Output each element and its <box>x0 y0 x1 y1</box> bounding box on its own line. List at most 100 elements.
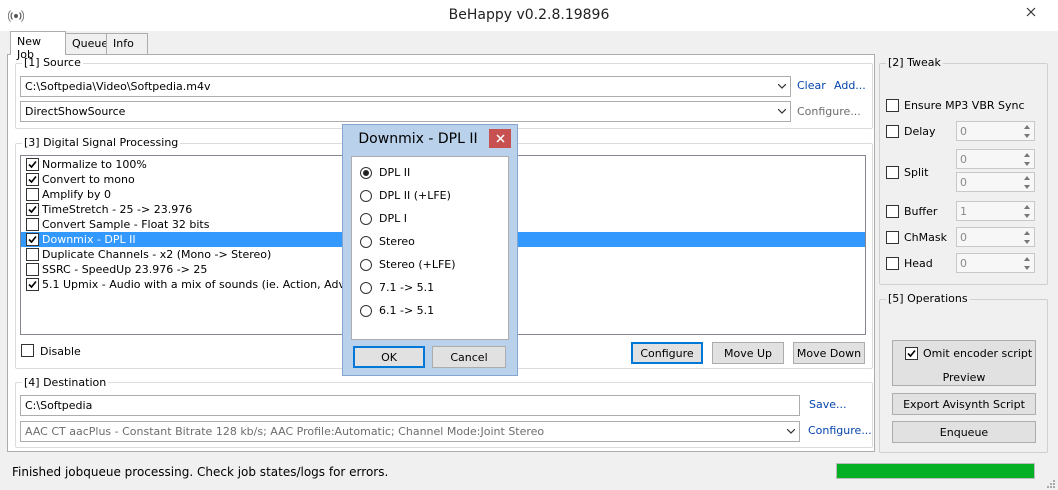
cancel-button[interactable]: Cancel <box>432 346 506 368</box>
head-checkbox[interactable] <box>886 257 899 270</box>
dsp-group-label: [3] Digital Signal Processing <box>22 136 181 149</box>
omit-encoder-checkbox[interactable] <box>905 347 918 360</box>
radio-option-label: 6.1 -> 5.1 <box>379 304 435 317</box>
chmask-stepper[interactable]: 0 <box>956 227 1035 247</box>
checkbox[interactable] <box>26 248 39 261</box>
checkbox[interactable] <box>26 263 39 276</box>
delay-checkbox[interactable] <box>886 125 899 138</box>
source-file-combo[interactable]: C:\Softpedia\Video\Softpedia.m4v <box>20 76 791 97</box>
buffer-label: Buffer <box>904 205 938 218</box>
head-stepper[interactable]: 0 <box>956 253 1035 273</box>
chevron-down-icon[interactable] <box>782 422 799 441</box>
decoder-value: DirectShowSource <box>25 105 126 118</box>
move-down-button[interactable]: Move Down <box>793 342 865 364</box>
tweak-group-label: [2] Tweak <box>886 56 943 69</box>
window-close-button[interactable] <box>1004 0 1058 23</box>
delay-label: Delay <box>904 125 936 138</box>
checkbox[interactable] <box>26 188 39 201</box>
buffer-checkbox[interactable] <box>886 205 899 218</box>
radio-button[interactable] <box>360 259 372 271</box>
chevron-down-icon[interactable] <box>1019 237 1034 246</box>
operations-group-label: [5] Operations <box>886 292 970 305</box>
clear-link[interactable]: Clear <box>797 79 826 92</box>
chmask-value: 0 <box>960 231 967 244</box>
list-item-label: TimeStretch - 25 -> 23.976 <box>42 203 193 216</box>
chevron-up-icon[interactable] <box>1019 202 1034 211</box>
chevron-down-icon[interactable] <box>1019 263 1034 272</box>
chevron-up-icon[interactable] <box>1019 150 1034 159</box>
radio-button[interactable] <box>360 305 372 317</box>
mp3-vbr-checkbox[interactable] <box>886 99 899 112</box>
disable-checkbox[interactable] <box>21 344 34 357</box>
tab-new-job[interactable]: New Job <box>10 31 66 61</box>
destination-path-value: C:\Softpedia <box>25 399 93 412</box>
preview-button[interactable]: Omit encoder script Preview <box>892 340 1036 386</box>
source-configure-link[interactable]: Configure... <box>797 105 861 118</box>
chevron-down-icon[interactable] <box>1019 131 1034 140</box>
buffer-stepper[interactable]: 1 <box>956 201 1035 221</box>
split-checkbox[interactable] <box>886 166 899 179</box>
downmix-options-panel: DPL II DPL II (+LFE) DPL I Stereo Stereo… <box>351 156 509 340</box>
close-icon <box>495 134 505 143</box>
checkbox[interactable] <box>26 173 39 186</box>
radio-button[interactable] <box>360 236 372 248</box>
ok-button[interactable]: OK <box>353 346 425 368</box>
dialog-close-button[interactable] <box>489 129 511 148</box>
radio-button[interactable] <box>360 167 372 179</box>
add-link[interactable]: Add... <box>834 79 866 92</box>
resize-grip-icon[interactable] <box>1044 477 1056 489</box>
dialog-title: Downmix - DPL II <box>358 131 478 147</box>
radio-button[interactable] <box>360 190 372 202</box>
mp3-vbr-label: Ensure MP3 VBR Sync <box>904 99 1025 112</box>
list-item-label: SSRC - SpeedUp 23.976 -> 25 <box>42 263 208 276</box>
preview-label: Preview <box>942 371 986 384</box>
checkbox[interactable] <box>26 203 39 216</box>
destination-configure-link[interactable]: Configure... <box>808 424 872 437</box>
chmask-checkbox[interactable] <box>886 231 899 244</box>
chevron-up-icon[interactable] <box>1019 254 1034 263</box>
radio-button[interactable] <box>360 213 372 225</box>
delay-stepper[interactable]: 0 <box>956 121 1035 141</box>
configure-button[interactable]: Configure <box>631 342 703 364</box>
progress-fill <box>837 464 1034 478</box>
check-icon <box>28 280 37 289</box>
destination-path-field[interactable]: C:\Softpedia <box>20 395 800 416</box>
radio-button[interactable] <box>360 282 372 294</box>
list-item-label: Downmix - DPL II <box>42 233 136 246</box>
chevron-up-icon[interactable] <box>1019 122 1034 131</box>
head-label: Head <box>904 257 933 270</box>
chevron-down-icon[interactable] <box>1019 182 1034 191</box>
checkbox[interactable] <box>26 233 39 246</box>
chevron-up-icon[interactable] <box>1019 173 1034 182</box>
save-link[interactable]: Save... <box>809 398 847 411</box>
list-item-label: 5.1 Upmix - Audio with a mix of sounds (… <box>42 278 386 291</box>
checkbox[interactable] <box>26 278 39 291</box>
split-start-value: 0 <box>960 153 967 166</box>
chevron-down-icon[interactable] <box>773 102 790 121</box>
chevron-up-icon[interactable] <box>1019 228 1034 237</box>
list-item-label: Convert to mono <box>42 173 135 186</box>
split-start-stepper[interactable]: 0 <box>956 149 1035 169</box>
buffer-value: 1 <box>960 205 967 218</box>
move-up-button[interactable]: Move Up <box>712 342 784 364</box>
radio-option-label: Stereo (+LFE) <box>379 258 456 271</box>
export-avisynth-button[interactable]: Export Avisynth Script <box>892 393 1036 415</box>
chevron-down-icon[interactable] <box>773 77 790 96</box>
split-end-stepper[interactable]: 0 <box>956 172 1035 192</box>
list-item-label: Convert Sample - Float 32 bits <box>42 218 210 231</box>
checkbox[interactable] <box>26 218 39 231</box>
tab-queue[interactable]: Queue <box>65 33 108 54</box>
checkbox[interactable] <box>26 158 39 171</box>
chevron-down-icon[interactable] <box>1019 159 1034 168</box>
omit-encoder-label: Omit encoder script <box>923 347 1033 360</box>
radio-option-label: DPL II <box>379 166 411 179</box>
split-end-value: 0 <box>960 176 967 189</box>
check-icon <box>28 175 37 184</box>
chevron-down-icon[interactable] <box>1019 211 1034 220</box>
enqueue-button[interactable]: Enqueue <box>892 421 1036 443</box>
chmask-label: ChMask <box>904 231 947 244</box>
tab-info[interactable]: Info <box>106 33 148 54</box>
encoder-combo[interactable]: AAC CT aacPlus - Constant Bitrate 128 kb… <box>20 421 800 442</box>
decoder-combo[interactable]: DirectShowSource <box>20 101 791 122</box>
radio-option-label: 7.1 -> 5.1 <box>379 281 435 294</box>
